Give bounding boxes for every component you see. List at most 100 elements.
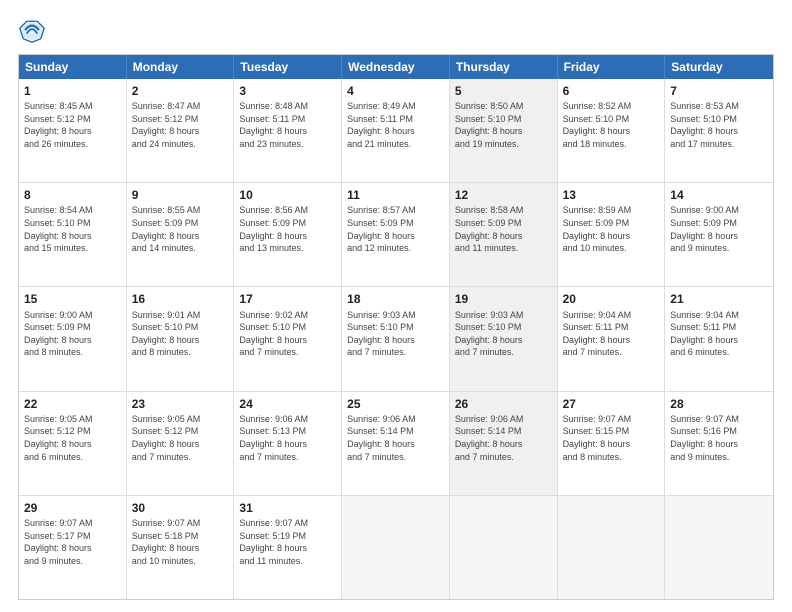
- cell-content: Sunrise: 9:07 AM Sunset: 5:17 PM Dayligh…: [24, 517, 121, 567]
- cell-content: Sunrise: 9:04 AM Sunset: 5:11 PM Dayligh…: [670, 309, 768, 359]
- header-day-thursday: Thursday: [450, 55, 558, 79]
- day-number: 26: [455, 396, 552, 412]
- calendar-cell-4-3: [342, 496, 450, 599]
- calendar-cell-1-6: 14Sunrise: 9:00 AM Sunset: 5:09 PM Dayli…: [665, 183, 773, 286]
- cell-content: Sunrise: 9:04 AM Sunset: 5:11 PM Dayligh…: [563, 309, 660, 359]
- calendar-cell-0-4: 5Sunrise: 8:50 AM Sunset: 5:10 PM Daylig…: [450, 79, 558, 182]
- calendar-row-4: 29Sunrise: 9:07 AM Sunset: 5:17 PM Dayli…: [19, 495, 773, 599]
- cell-content: Sunrise: 8:56 AM Sunset: 5:09 PM Dayligh…: [239, 204, 336, 254]
- cell-content: Sunrise: 8:45 AM Sunset: 5:12 PM Dayligh…: [24, 100, 121, 150]
- calendar-cell-2-4: 19 Sunrise: 9:03 AM Sunset: 5:10 PM Dayli…: [450, 287, 558, 390]
- cell-content: Sunrise: 8:49 AM Sunset: 5:11 PM Dayligh…: [347, 100, 444, 150]
- day-number: 15: [24, 291, 121, 307]
- calendar-cell-0-1: 2Sunrise: 8:47 AM Sunset: 5:12 PM Daylig…: [127, 79, 235, 182]
- calendar-cell-0-2: 3Sunrise: 8:48 AM Sunset: 5:11 PM Daylig…: [234, 79, 342, 182]
- calendar-cell-3-6: 28Sunrise: 9:07 AM Sunset: 5:16 PM Dayli…: [665, 392, 773, 495]
- cell-content: Sunrise: 8:54 AM Sunset: 5:10 PM Dayligh…: [24, 204, 121, 254]
- calendar-cell-4-0: 29Sunrise: 9:07 AM Sunset: 5:17 PM Dayli…: [19, 496, 127, 599]
- calendar-cell-4-5: [558, 496, 666, 599]
- calendar-row-3: 22Sunrise: 9:05 AM Sunset: 5:12 PM Dayli…: [19, 391, 773, 495]
- day-number: 10: [239, 187, 336, 203]
- day-number: 25: [347, 396, 444, 412]
- calendar-cell-4-4: [450, 496, 558, 599]
- day-number: 8: [24, 187, 121, 203]
- calendar-cell-0-0: 1Sunrise: 8:45 AM Sunset: 5:12 PM Daylig…: [19, 79, 127, 182]
- day-number: 19: [455, 291, 552, 307]
- cell-content: Sunrise: 8:50 AM Sunset: 5:10 PM Dayligh…: [455, 100, 552, 150]
- calendar-cell-0-5: 6Sunrise: 8:52 AM Sunset: 5:10 PM Daylig…: [558, 79, 666, 182]
- cell-content: Sunrise: 8:48 AM Sunset: 5:11 PM Dayligh…: [239, 100, 336, 150]
- header: [18, 16, 774, 44]
- calendar-cell-2-3: 18 Sunrise: 9:03 AM Sunset: 5:10 PM Dayli…: [342, 287, 450, 390]
- cell-content: Sunrise: 9:03 AM Sunset: 5:10 PM Dayligh…: [347, 309, 444, 359]
- cell-content: Sunrise: 9:01 AM Sunset: 5:10 PM Dayligh…: [132, 309, 229, 359]
- cell-content: Sunrise: 8:58 AM Sunset: 5:09 PM Dayligh…: [455, 204, 552, 254]
- cell-content: Sunrise: 9:05 AM Sunset: 5:12 PM Dayligh…: [132, 413, 229, 463]
- cell-content: Sunrise: 9:07 AM Sunset: 5:19 PM Dayligh…: [239, 517, 336, 567]
- day-number: 29: [24, 500, 121, 516]
- day-number: 17: [239, 291, 336, 307]
- cell-content: Sunrise: 8:52 AM Sunset: 5:10 PM Dayligh…: [563, 100, 660, 150]
- day-number: 3: [239, 83, 336, 99]
- day-number: 16: [132, 291, 229, 307]
- calendar-cell-1-4: 12Sunrise: 8:58 AM Sunset: 5:09 PM Dayli…: [450, 183, 558, 286]
- day-number: 18: [347, 291, 444, 307]
- day-number: 4: [347, 83, 444, 99]
- calendar-row-1: 8Sunrise: 8:54 AM Sunset: 5:10 PM Daylig…: [19, 182, 773, 286]
- day-number: 12: [455, 187, 552, 203]
- cell-content: Sunrise: 8:55 AM Sunset: 5:09 PM Dayligh…: [132, 204, 229, 254]
- day-number: 22: [24, 396, 121, 412]
- day-number: 28: [670, 396, 768, 412]
- calendar-cell-0-3: 4Sunrise: 8:49 AM Sunset: 5:11 PM Daylig…: [342, 79, 450, 182]
- header-day-tuesday: Tuesday: [234, 55, 342, 79]
- day-number: 24: [239, 396, 336, 412]
- cell-content: Sunrise: 9:03 AM Sunset: 5:10 PM Dayligh…: [455, 309, 552, 359]
- day-number: 13: [563, 187, 660, 203]
- cell-content: Sunrise: 9:05 AM Sunset: 5:12 PM Dayligh…: [24, 413, 121, 463]
- day-number: 7: [670, 83, 768, 99]
- calendar-cell-3-3: 25Sunrise: 9:06 AM Sunset: 5:14 PM Dayli…: [342, 392, 450, 495]
- calendar-cell-2-0: 15 Sunrise: 9:00 AM Sunset: 5:09 PM Dayli…: [19, 287, 127, 390]
- day-number: 21: [670, 291, 768, 307]
- calendar-cell-2-5: 20 Sunrise: 9:04 AM Sunset: 5:11 PM Dayli…: [558, 287, 666, 390]
- cell-content: Sunrise: 9:07 AM Sunset: 5:16 PM Dayligh…: [670, 413, 768, 463]
- cell-content: Sunrise: 9:00 AM Sunset: 5:09 PM Dayligh…: [670, 204, 768, 254]
- calendar-body: 1Sunrise: 8:45 AM Sunset: 5:12 PM Daylig…: [19, 79, 773, 599]
- cell-content: Sunrise: 9:02 AM Sunset: 5:10 PM Dayligh…: [239, 309, 336, 359]
- cell-content: Sunrise: 9:06 AM Sunset: 5:14 PM Dayligh…: [347, 413, 444, 463]
- day-number: 6: [563, 83, 660, 99]
- day-number: 9: [132, 187, 229, 203]
- day-number: 20: [563, 291, 660, 307]
- calendar-cell-1-1: 9Sunrise: 8:55 AM Sunset: 5:09 PM Daylig…: [127, 183, 235, 286]
- day-number: 2: [132, 83, 229, 99]
- calendar-cell-0-6: 7Sunrise: 8:53 AM Sunset: 5:10 PM Daylig…: [665, 79, 773, 182]
- calendar-cell-1-0: 8Sunrise: 8:54 AM Sunset: 5:10 PM Daylig…: [19, 183, 127, 286]
- cell-content: Sunrise: 9:07 AM Sunset: 5:15 PM Dayligh…: [563, 413, 660, 463]
- header-day-saturday: Saturday: [665, 55, 773, 79]
- calendar-row-2: 15 Sunrise: 9:00 AM Sunset: 5:09 PM Dayli…: [19, 286, 773, 390]
- calendar-cell-3-1: 23Sunrise: 9:05 AM Sunset: 5:12 PM Dayli…: [127, 392, 235, 495]
- calendar-cell-4-2: 31Sunrise: 9:07 AM Sunset: 5:19 PM Dayli…: [234, 496, 342, 599]
- calendar-cell-1-3: 11Sunrise: 8:57 AM Sunset: 5:09 PM Dayli…: [342, 183, 450, 286]
- calendar-cell-3-5: 27Sunrise: 9:07 AM Sunset: 5:15 PM Dayli…: [558, 392, 666, 495]
- calendar-cell-4-1: 30Sunrise: 9:07 AM Sunset: 5:18 PM Dayli…: [127, 496, 235, 599]
- cell-content: Sunrise: 9:07 AM Sunset: 5:18 PM Dayligh…: [132, 517, 229, 567]
- cell-content: Sunrise: 8:57 AM Sunset: 5:09 PM Dayligh…: [347, 204, 444, 254]
- cell-content: Sunrise: 8:53 AM Sunset: 5:10 PM Dayligh…: [670, 100, 768, 150]
- day-number: 30: [132, 500, 229, 516]
- logo: [18, 16, 50, 44]
- header-day-friday: Friday: [558, 55, 666, 79]
- logo-icon: [18, 16, 46, 44]
- cell-content: Sunrise: 9:00 AM Sunset: 5:09 PM Dayligh…: [24, 309, 121, 359]
- calendar-cell-2-2: 17 Sunrise: 9:02 AM Sunset: 5:10 PM Dayli…: [234, 287, 342, 390]
- header-day-monday: Monday: [127, 55, 235, 79]
- cell-content: Sunrise: 9:06 AM Sunset: 5:13 PM Dayligh…: [239, 413, 336, 463]
- day-number: 27: [563, 396, 660, 412]
- day-number: 31: [239, 500, 336, 516]
- header-day-wednesday: Wednesday: [342, 55, 450, 79]
- calendar-row-0: 1Sunrise: 8:45 AM Sunset: 5:12 PM Daylig…: [19, 79, 773, 182]
- day-number: 11: [347, 187, 444, 203]
- calendar-cell-2-6: 21 Sunrise: 9:04 AM Sunset: 5:11 PM Dayli…: [665, 287, 773, 390]
- calendar-cell-3-2: 24Sunrise: 9:06 AM Sunset: 5:13 PM Dayli…: [234, 392, 342, 495]
- day-number: 14: [670, 187, 768, 203]
